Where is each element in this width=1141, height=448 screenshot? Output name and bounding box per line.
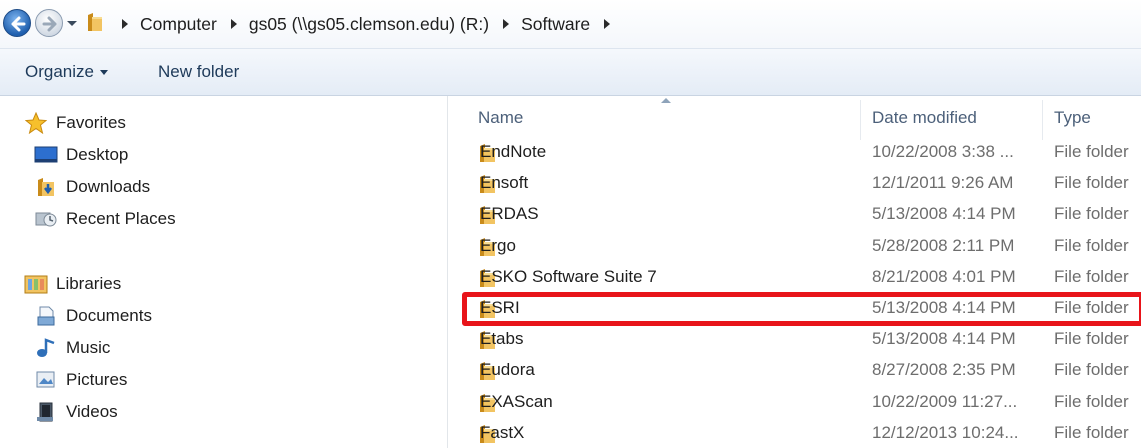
nav-pictures[interactable]: Pictures <box>34 366 127 394</box>
file-date-modified: 8/21/2008 4:01 PM <box>872 266 1016 286</box>
column-header-date[interactable]: Date modified <box>872 104 977 132</box>
file-type: File folder <box>1054 329 1129 349</box>
nav-videos[interactable]: Videos <box>34 398 118 426</box>
table-row[interactable]: Ensoft 12/1/2011 9:26 AM File folder <box>449 168 1141 199</box>
table-row[interactable]: EndNote 10/22/2008 3:38 ... File folder <box>449 137 1141 168</box>
file-name: Ensoft <box>480 173 529 193</box>
file-date-modified: 5/13/2008 4:14 PM <box>872 204 1016 224</box>
column-divider[interactable] <box>860 100 861 140</box>
column-header-name[interactable]: Name <box>478 104 523 132</box>
desktop-icon <box>34 144 58 166</box>
file-type: File folder <box>1054 142 1129 161</box>
file-name: FastX <box>480 422 525 442</box>
file-date-modified: 5/28/2008 2:11 PM <box>872 235 1015 255</box>
breadcrumb-separator-icon[interactable] <box>122 19 128 29</box>
table-row[interactable]: FastX 12/12/2013 10:24... File folder <box>449 418 1141 448</box>
navigation-pane: Favorites Desktop Downloads Recent Place… <box>0 96 448 448</box>
nav-label: Videos <box>66 402 118 421</box>
table-row[interactable]: Ergo 5/28/2008 2:11 PM File folder <box>449 231 1141 262</box>
file-name: ERDAS <box>480 204 539 224</box>
breadcrumb-software[interactable]: Software <box>519 14 592 35</box>
highlight-annotation <box>462 292 1141 326</box>
organize-label: Organize <box>25 62 94 81</box>
back-arrow-icon <box>11 16 26 32</box>
nav-label: Libraries <box>56 274 122 293</box>
file-date-modified: 8/27/2008 2:35 PM <box>872 360 1016 380</box>
file-type: File folder <box>1054 391 1129 411</box>
file-date-modified: 12/12/2013 10:24... <box>872 422 1019 442</box>
forward-arrow-icon <box>42 16 57 32</box>
breadcrumb-separator-icon[interactable] <box>503 19 510 29</box>
nav-label: Recent Places <box>66 209 176 228</box>
file-type: File folder <box>1054 235 1129 255</box>
column-header-type[interactable]: Type <box>1054 104 1091 132</box>
table-row[interactable]: Eudora 8/27/2008 2:35 PM File folder <box>449 355 1141 386</box>
file-date-modified: 12/1/2011 9:26 AM <box>872 173 1014 193</box>
chevron-down-icon[interactable] <box>67 21 77 26</box>
file-type: File folder <box>1054 173 1129 193</box>
file-type: File folder <box>1054 266 1129 286</box>
table-row[interactable]: ESKO Software Suite 7 8/21/2008 4:01 PM Fi… <box>449 262 1141 293</box>
file-list: Name Date modified Type EndNote 10/22/200… <box>449 96 1141 448</box>
pictures-icon <box>34 369 58 391</box>
file-date-modified: 10/22/2008 3:38 ... <box>872 142 1014 161</box>
column-divider[interactable] <box>1042 100 1043 140</box>
organize-button[interactable]: Organize <box>25 62 108 82</box>
breadcrumb-drive[interactable]: gs05 (\\gs05.clemson.edu) (R:) <box>247 14 491 35</box>
breadcrumb: Computer gs05 (\\gs05.clemson.edu) (R:) … <box>110 12 620 36</box>
file-type: File folder <box>1054 204 1129 224</box>
star-icon <box>24 112 48 134</box>
file-date-modified: 5/13/2008 4:14 PM <box>872 329 1016 349</box>
table-row[interactable]: ERDAS 5/13/2008 4:14 PM File folder <box>449 199 1141 230</box>
file-type: File folder <box>1054 360 1129 380</box>
nav-documents[interactable]: Documents <box>34 302 152 330</box>
file-name: Eudora <box>480 360 535 380</box>
file-name: Etabs <box>480 329 524 349</box>
downloads-icon <box>34 176 58 198</box>
videos-icon <box>34 401 58 423</box>
nav-label: Documents <box>66 306 152 325</box>
nav-label: Favorites <box>56 113 126 132</box>
breadcrumb-separator-icon[interactable] <box>230 19 237 29</box>
recent-places-icon <box>34 208 58 230</box>
nav-label: Desktop <box>66 145 129 164</box>
file-name: Ergo <box>480 235 516 255</box>
sort-ascending-icon <box>661 98 671 103</box>
nav-music[interactable]: Music <box>34 334 110 362</box>
nav-desktop[interactable]: Desktop <box>34 141 128 169</box>
nav-favorites[interactable]: Favorites <box>24 109 126 137</box>
nav-label: Pictures <box>66 370 128 389</box>
command-toolbar: Organize New folder <box>0 48 1141 96</box>
file-name: EndNote <box>480 142 547 161</box>
nav-downloads[interactable]: Downloads <box>34 173 150 201</box>
nav-recent-places[interactable]: Recent Places <box>34 205 176 233</box>
back-button[interactable] <box>3 9 31 37</box>
table-row[interactable]: EXAScan 10/22/2009 11:27... File folder <box>449 387 1141 418</box>
breadcrumb-computer[interactable]: Computer <box>138 14 219 35</box>
file-type: File folder <box>1054 422 1129 442</box>
music-icon <box>34 337 58 359</box>
table-row[interactable]: Etabs 5/13/2008 4:14 PM File folder <box>449 324 1141 355</box>
forward-button[interactable] <box>35 9 63 37</box>
breadcrumb-separator-icon[interactable] <box>604 19 611 29</box>
address-bar: Computer gs05 (\\gs05.clemson.edu) (R:) … <box>0 0 1141 48</box>
file-name: EXAScan <box>480 391 553 411</box>
new-folder-button[interactable]: New folder <box>158 62 239 82</box>
libraries-icon <box>24 273 48 295</box>
dropdown-arrow-icon <box>99 70 108 76</box>
nav-label: Downloads <box>66 177 151 196</box>
nav-label: Music <box>66 338 111 357</box>
nav-libraries[interactable]: Libraries <box>24 270 121 298</box>
file-name: ESKO Software Suite 7 <box>480 266 657 286</box>
file-date-modified: 10/22/2009 11:27... <box>872 391 1018 411</box>
documents-icon <box>34 305 58 327</box>
folder-icon <box>88 13 102 31</box>
